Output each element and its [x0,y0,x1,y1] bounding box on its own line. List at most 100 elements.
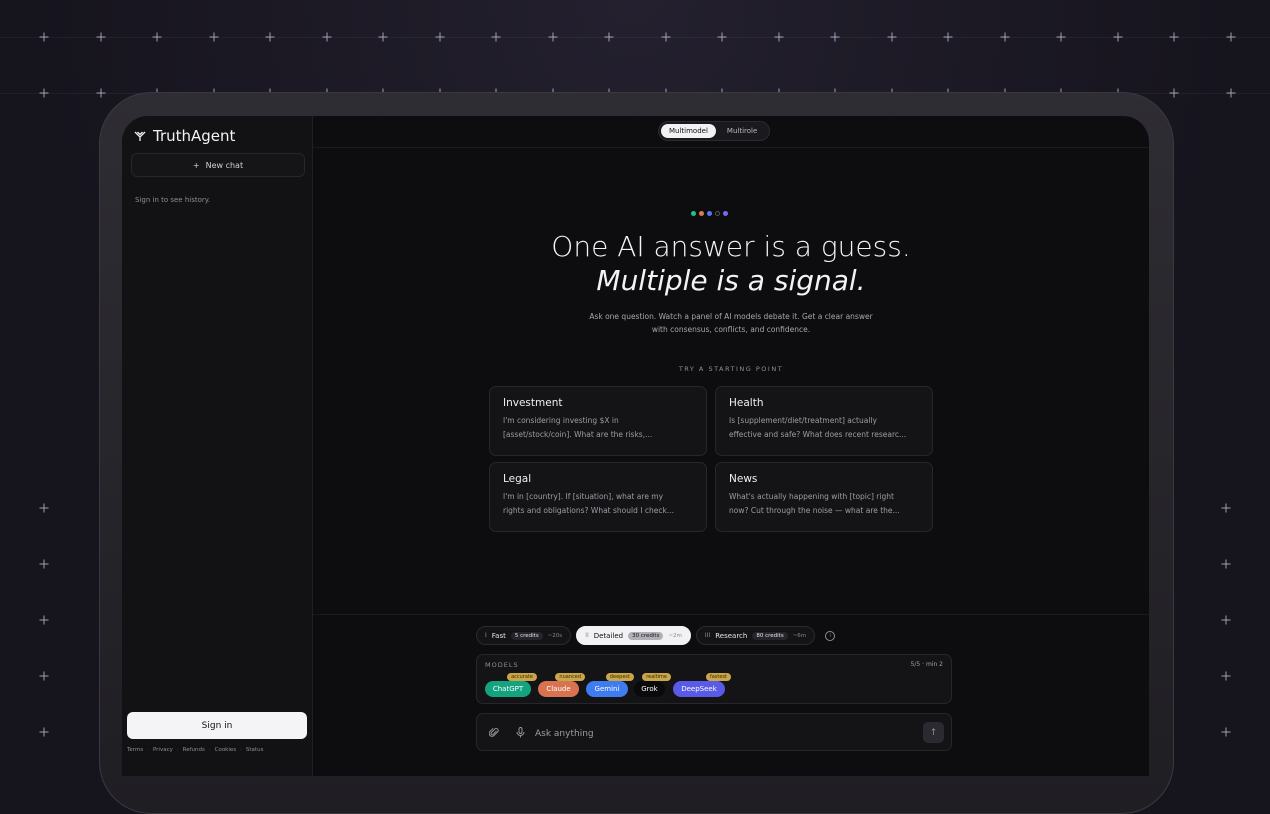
starting-point-card-investment[interactable]: Investment I'm considering investing $X … [489,386,707,456]
model-dot [707,211,712,216]
starting-point-card-health[interactable]: Health Is [supplement/diet/treatment] ac… [715,386,933,456]
model-chip-deepseek[interactable]: DeepSeek fastest [673,673,731,697]
sparkle-icon [1169,32,1179,42]
sparkle-icon [1221,671,1231,681]
footer-link-status[interactable]: Status [246,747,264,753]
footer-separator: · [208,747,211,753]
model-chip-gemini[interactable]: Gemini deepest [586,673,634,697]
model-tag: fastest [705,673,731,681]
ask-input[interactable] [533,723,897,745]
mode-option-multirole[interactable]: Multirole [719,124,765,138]
tier-time: ~2m [668,632,682,639]
divider [313,614,1149,615]
model-name: Gemini [594,685,620,693]
sparkle-icon [1169,88,1179,98]
card-body: What's actually happening with [topic] r… [729,490,919,518]
sparkle-icon [96,32,105,42]
card-body-line: What's actually happening with [topic] r… [729,492,894,501]
y-logo-icon [134,131,146,141]
sparkle-icon [322,32,331,42]
sparkle-icon [39,88,49,98]
tier-detailed[interactable]: II Detailed 30 credits ~2m [576,626,691,645]
plus-icon: + [192,160,200,170]
tier-name: Research [715,631,748,640]
sparkle-icon [378,32,388,42]
model-tag: nuanced [555,673,585,681]
paperclip-icon[interactable] [489,727,499,738]
card-title: News [729,473,758,485]
card-body: Is [supplement/diet/treatment] actually … [729,414,919,442]
model-dot [699,211,704,216]
model-tag: deepest [605,673,634,681]
info-icon[interactable]: i [825,630,836,641]
send-button[interactable]: ↑ [923,722,944,743]
sparkle-icon [1056,32,1066,42]
card-body-line: [asset/stock/coin]. What are the risks,.… [503,430,653,439]
sign-in-button[interactable]: Sign in [127,712,307,739]
footer-links: Terms · Privacy · Refunds · Cookies · Status [127,747,263,753]
footer-separator: · [240,747,242,753]
model-dots [691,211,728,216]
sparkle-icon [943,32,953,42]
tier-credits: 80 credits [752,631,788,640]
brand-logo[interactable]: TruthAgent [134,127,235,145]
sparkle-icon [39,559,49,569]
tier-credits: 5 credits [510,631,543,640]
tier-time: ~6m [792,632,807,639]
headline-line-1: One AI answer is a guess. [551,230,911,263]
footer-link-terms[interactable]: Terms [127,747,143,753]
tier-research[interactable]: III Research 80 credits ~6m [695,626,816,645]
model-tag: realtime [642,673,671,681]
sparkle-icon [717,32,727,42]
model-chip-claude[interactable]: Claude nuanced [538,673,585,697]
model-name: ChatGPT [492,685,524,693]
card-body-line: I'm considering investing $X in [503,416,619,425]
sparkle-icon [435,32,444,42]
model-chip-chatgpt[interactable]: ChatGPT accurate [485,673,537,697]
card-body-line: I'm in [country]. If [situation], what a… [503,492,664,501]
starting-point-card-news[interactable]: News What's actually happening with [top… [715,462,933,532]
card-body-line: Is [supplement/diet/treatment] actually [729,416,877,425]
arrow-up-icon: ↑ [929,727,938,738]
sparkle-icon [604,32,614,42]
card-body-line: effective and safe? What does recent res… [729,430,907,439]
model-name: Grok [641,685,658,693]
model-chip-grok[interactable]: Grok realtime [634,673,671,697]
footer-link-cookies[interactable]: Cookies [215,747,237,753]
tier-bars-icon: II [585,632,589,639]
app-window: TruthAgent + New chat Sign in to see his… [122,116,1149,776]
model-name: Claude [546,685,571,693]
sparkle-icon [774,32,783,42]
mode-option-multimodel[interactable]: Multimodel [661,124,716,138]
headline-line-2: Multiple is a signal. [596,264,866,297]
model-dot [723,211,728,216]
sparkle-icon [39,32,49,42]
footer-link-refunds[interactable]: Refunds [183,747,205,753]
sparkle-icon [209,32,218,42]
main-panel: Multimodel Multirole One AI answer is a … [313,116,1149,776]
card-body-line: rights and obligations? What should I ch… [503,506,674,515]
sparkle-icon [1226,88,1235,98]
sparkle-icon [548,32,557,42]
tier-bars-icon: III [704,632,711,639]
card-title: Legal [503,473,532,485]
new-chat-button[interactable]: + New chat [131,153,305,177]
model-dot [715,211,720,216]
microphone-icon[interactable] [516,727,525,738]
starting-point-label: TRY A STARTING POINT [678,365,784,373]
footer-separator: · [176,747,179,753]
footer-separator: · [147,747,149,753]
footer-link-privacy[interactable]: Privacy [153,747,173,753]
tier-selector: I Fast 5 credits ~20s II Detailed 30 cre… [476,626,836,645]
sparkle-icon [887,32,896,42]
card-title: Health [729,397,764,409]
card-body: I'm considering investing $X in [asset/s… [503,414,693,442]
tier-fast[interactable]: I Fast 5 credits ~20s [476,626,572,645]
sparkle-icon [1000,32,1009,42]
models-count: 5/5 · min 2 [910,661,943,668]
starting-point-card-legal[interactable]: Legal I'm in [country]. If [situation], … [489,462,707,532]
sparkle-icon [1221,727,1231,737]
model-dot [691,211,696,216]
sidebar: TruthAgent + New chat Sign in to see his… [122,116,313,776]
sparkle-icon [39,503,49,513]
